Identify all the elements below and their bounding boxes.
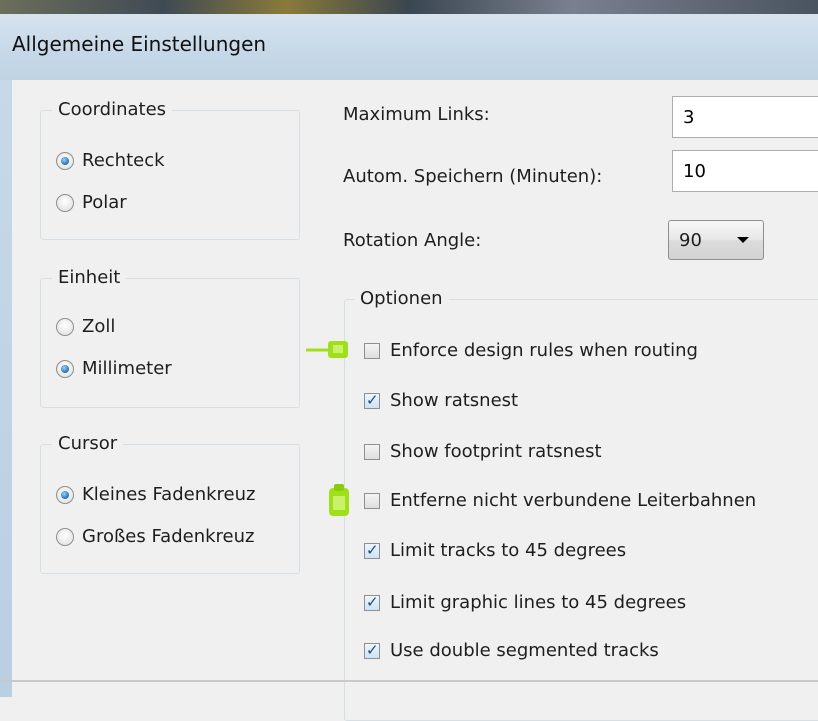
checkbox[interactable] xyxy=(364,391,380,409)
option-label: Limit graphic lines to 45 degrees xyxy=(390,592,687,613)
radio-indicator[interactable] xyxy=(56,485,74,504)
radio-label: Millimeter xyxy=(82,358,172,379)
radio-rechteck[interactable]: Rechteck xyxy=(56,150,165,171)
radio-millimeter[interactable]: Millimeter xyxy=(56,358,172,379)
option-label: Entferne nicht verbundene Leiterbahnen xyxy=(390,490,757,511)
checkbox[interactable] xyxy=(364,492,380,509)
checkbox[interactable] xyxy=(364,593,380,611)
option-show-ratsnest[interactable]: Show ratsnest xyxy=(364,390,518,411)
rotation-label: Rotation Angle: xyxy=(343,230,482,251)
option-entferne-leiterbahnen[interactable]: Entferne nicht verbundene Leiterbahnen xyxy=(364,490,756,511)
checkbox[interactable] xyxy=(364,443,380,460)
coordinates-legend: Coordinates xyxy=(52,99,173,121)
rotation-value: 90 xyxy=(679,229,702,251)
autosave-label: Autom. Speichern (Minuten): xyxy=(343,166,603,187)
arrow-marker-icon xyxy=(306,341,348,358)
max-links-input[interactable] xyxy=(672,96,818,138)
option-label: Use double segmented tracks xyxy=(390,640,659,661)
option-double-segmented-tracks[interactable]: Use double segmented tracks xyxy=(364,640,659,661)
optionen-legend: Optionen xyxy=(354,288,449,310)
radio-indicator[interactable] xyxy=(56,317,74,336)
checkbox[interactable] xyxy=(364,541,380,559)
option-limit-graphic-lines-45[interactable]: Limit graphic lines to 45 degrees xyxy=(364,592,686,613)
coordinates-group xyxy=(40,110,300,240)
radio-label: Polar xyxy=(82,192,127,213)
radio-label: Großes Fadenkreuz xyxy=(82,526,255,547)
window-frame-left xyxy=(0,80,12,697)
einheit-legend: Einheit xyxy=(52,267,127,289)
checkbox[interactable] xyxy=(364,342,380,359)
option-label: Show footprint ratsnest xyxy=(390,441,602,462)
radio-indicator[interactable] xyxy=(56,151,74,170)
max-links-label: Maximum Links: xyxy=(343,104,490,125)
background-strip xyxy=(0,0,818,14)
einheit-group xyxy=(40,278,300,408)
radio-label: Rechteck xyxy=(82,150,165,171)
bottom-divider xyxy=(0,680,818,682)
option-label: Limit tracks to 45 degrees xyxy=(390,540,627,561)
radio-indicator[interactable] xyxy=(56,193,74,212)
radio-zoll[interactable]: Zoll xyxy=(56,316,115,337)
radio-polar[interactable]: Polar xyxy=(56,192,127,213)
checkbox[interactable] xyxy=(364,641,380,659)
cursor-group xyxy=(40,444,300,574)
option-label: Show ratsnest xyxy=(390,390,519,411)
radio-grosses-fadenkreuz[interactable]: Großes Fadenkreuz xyxy=(56,526,254,547)
window-title: Allgemeine Einstellungen xyxy=(12,32,267,56)
option-label: Enforce design rules when routing xyxy=(390,340,698,361)
radio-indicator[interactable] xyxy=(56,359,74,378)
rotation-select[interactable]: 90 xyxy=(668,220,764,260)
autosave-input[interactable] xyxy=(672,150,818,192)
clipboard-marker-icon xyxy=(329,484,349,516)
radio-indicator[interactable] xyxy=(56,527,74,546)
radio-label: Kleines Fadenkreuz xyxy=(82,484,256,505)
option-enforce-design-rules[interactable]: Enforce design rules when routing xyxy=(364,340,698,361)
option-limit-tracks-45[interactable]: Limit tracks to 45 degrees xyxy=(364,540,626,561)
radio-label: Zoll xyxy=(82,316,116,337)
option-show-footprint-ratsnest[interactable]: Show footprint ratsnest xyxy=(364,441,602,462)
cursor-legend: Cursor xyxy=(52,433,124,455)
radio-kleines-fadenkreuz[interactable]: Kleines Fadenkreuz xyxy=(56,484,255,505)
chevron-down-icon xyxy=(737,237,749,243)
